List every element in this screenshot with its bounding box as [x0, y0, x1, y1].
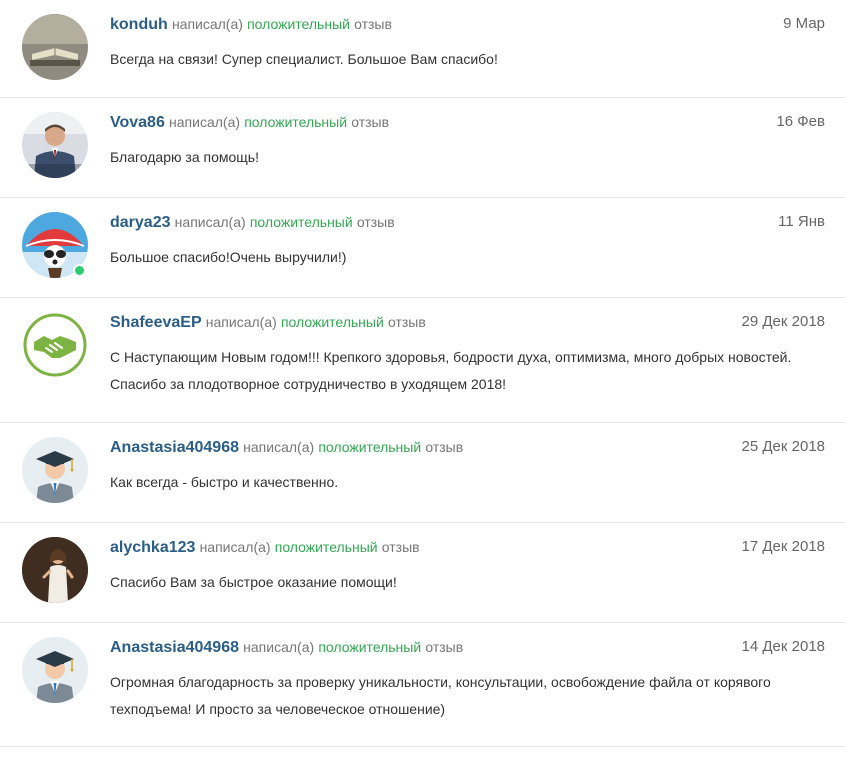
review-header: konduh написал(а) положительный отзыв 9 … [110, 14, 825, 34]
review-date: 17 Дек 2018 [741, 538, 825, 555]
review-header: darya23 написал(а) положительный отзыв 1… [110, 212, 825, 232]
rating-label: положительный [244, 114, 348, 130]
review-header: ShafeevaEP написал(а) положительный отзы… [110, 312, 825, 332]
wrote-label: написал(а) [243, 439, 315, 455]
review-date: 25 Дек 2018 [741, 438, 825, 455]
book-photo-icon [22, 14, 88, 80]
review-text: Всегда на связи! Супер специалист. Больш… [110, 51, 498, 67]
review-noun: отзыв [381, 539, 420, 555]
wrote-label: написал(а) [243, 639, 315, 655]
review-noun: отзыв [425, 639, 464, 655]
review-header: alychka123 написал(а) положительный отзы… [110, 537, 825, 557]
avatar[interactable] [22, 112, 88, 178]
wrote-label: написал(а) [174, 214, 246, 230]
avatar[interactable] [22, 312, 88, 378]
review-item: alychka123 написал(а) положительный отзы… [0, 523, 845, 623]
review-date: 9 Мар [783, 15, 825, 32]
username-link[interactable]: Vova86 [110, 114, 165, 131]
rating-label: положительный [318, 439, 422, 455]
avatar[interactable] [22, 537, 88, 603]
rating-label: положительный [249, 214, 353, 230]
review-item: ShafeevaEP написал(а) положительный отзы… [0, 298, 845, 423]
rating-label: положительный [318, 639, 422, 655]
username-link[interactable]: Anastasia404968 [110, 439, 239, 456]
rating-label: положительный [247, 16, 350, 32]
rating-label: положительный [274, 539, 378, 555]
review-header: Anastasia404968 написал(а) положительный… [110, 637, 825, 657]
review-date: 14 Дек 2018 [741, 638, 825, 655]
rating-label: положительный [280, 314, 384, 330]
review-item: Anastasia404968 написал(а) положительный… [0, 623, 845, 747]
review-item: Anastasia404968 написал(а) положительный… [0, 423, 845, 523]
review-item: konduh написал(а) положительный отзыв 9 … [0, 0, 845, 98]
review-header: Anastasia404968 написал(а) положительный… [110, 437, 825, 457]
reviews-feed: konduh написал(а) положительный отзыв 9 … [0, 0, 845, 747]
woman-photo-icon [22, 537, 88, 603]
username-link[interactable]: alychka123 [110, 539, 195, 556]
review-text: С Наступающим Новым годом!!! Крепкого зд… [110, 349, 792, 392]
review-noun: отзыв [387, 314, 426, 330]
username-link[interactable]: darya23 [110, 214, 171, 231]
handshake-icon [23, 313, 87, 377]
review-item: Vova86 написал(а) положительный отзыв 16… [0, 98, 845, 198]
review-noun: отзыв [425, 439, 464, 455]
review-date: 29 Дек 2018 [741, 313, 825, 330]
graduate-avatar-icon [22, 637, 88, 703]
review-text: Как всегда - быстро и качественно. [110, 474, 339, 490]
wrote-label: написал(а) [171, 16, 243, 32]
review-date: 16 Фев [776, 113, 825, 130]
avatar[interactable] [22, 14, 88, 80]
review-item: darya23 написал(а) положительный отзыв 1… [0, 198, 845, 298]
review-header: Vova86 написал(а) положительный отзыв 16… [110, 112, 825, 132]
review-text: Спасибо Вам за быстрое оказание помощи! [110, 574, 397, 590]
online-status-indicator [73, 264, 86, 277]
wrote-label: написал(а) [199, 539, 271, 555]
review-date: 11 Янв [778, 213, 825, 230]
username-link[interactable]: Anastasia404968 [110, 639, 239, 656]
review-text: Большое спасибо!Очень выручили!) [110, 249, 347, 265]
graduate-avatar-icon [22, 437, 88, 503]
wrote-label: написал(а) [205, 314, 277, 330]
wrote-label: написал(а) [169, 114, 241, 130]
review-text: Благодарю за помощь! [110, 149, 259, 165]
username-link[interactable]: konduh [110, 16, 168, 33]
review-noun: отзыв [354, 16, 392, 32]
review-text: Огромная благодарность за проверку уника… [110, 674, 771, 717]
review-noun: отзыв [351, 114, 390, 130]
username-link[interactable]: ShafeevaEP [110, 314, 202, 331]
review-noun: отзыв [356, 214, 395, 230]
man-photo-icon [22, 112, 88, 178]
avatar[interactable] [22, 437, 88, 503]
avatar[interactable] [22, 637, 88, 703]
